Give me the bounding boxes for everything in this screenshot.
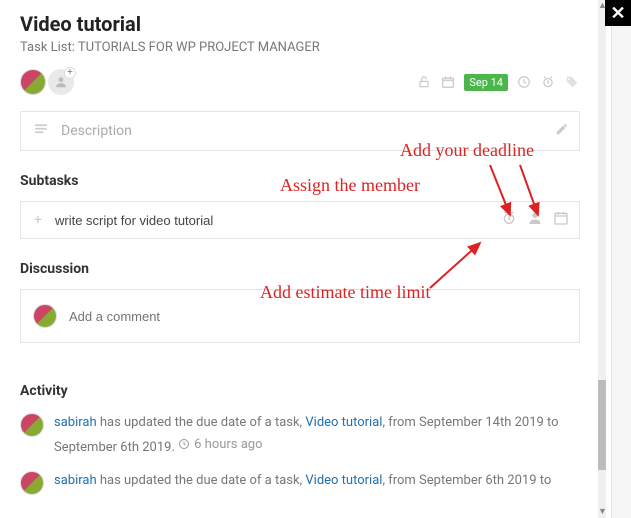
subtasks-heading: Subtasks [20,173,580,189]
discussion-box [20,289,580,343]
subtask-input-row: + [20,201,580,239]
comment-input[interactable] [69,309,567,324]
subtask-estimate-icon[interactable] [501,210,517,230]
subtask-assignee-icon[interactable] [527,210,543,230]
add-subtask-icon[interactable]: + [31,212,45,228]
description-placeholder: Description [61,123,132,139]
activity-item: sabirah has updated the due date of a ta… [20,471,580,495]
assignee-avatars [20,69,74,95]
task-list-breadcrumb: Task List: TUTORIALS FOR WP PROJECT MANA… [20,40,580,55]
add-assignee-button[interactable] [48,69,74,95]
task-title: Video tutorial [20,12,580,36]
avatar[interactable] [20,69,46,95]
activity-task-link[interactable]: Video tutorial [305,473,382,488]
privacy-icon[interactable] [416,74,432,90]
description-icon [33,122,49,140]
scrollbar-thumb[interactable] [598,380,606,470]
avatar [20,471,44,495]
activity-task-link[interactable]: Video tutorial [305,415,382,430]
time-icon[interactable] [516,74,532,90]
description-field[interactable]: Description [20,111,580,151]
tag-icon[interactable] [564,74,580,90]
activity-user-link[interactable]: sabirah [54,415,97,430]
calendar-start-icon[interactable] [440,74,456,90]
subtask-deadline-icon[interactable] [553,210,569,230]
task-meta-icons: Sep 14 [416,74,580,91]
close-button[interactable]: ✕ [605,0,631,26]
activity-time: 6 hours ago [178,435,262,455]
activity-heading: Activity [20,383,580,399]
current-user-avatar [33,304,57,328]
activity-item: sabirah has updated the due date of a ta… [20,413,580,457]
task-detail-panel: Video tutorial Task List: TUTORIALS FOR … [0,0,600,518]
scrollbar-down-arrow[interactable]: ▼ [598,506,606,518]
reminder-icon[interactable] [540,74,556,90]
discussion-heading: Discussion [20,261,580,277]
side-strip [611,0,631,518]
avatar [20,413,44,437]
activity-user-link[interactable]: sabirah [54,473,97,488]
edit-description-icon[interactable] [555,122,569,140]
due-date-badge[interactable]: Sep 14 [464,74,508,91]
subtask-title-input[interactable] [55,213,491,228]
